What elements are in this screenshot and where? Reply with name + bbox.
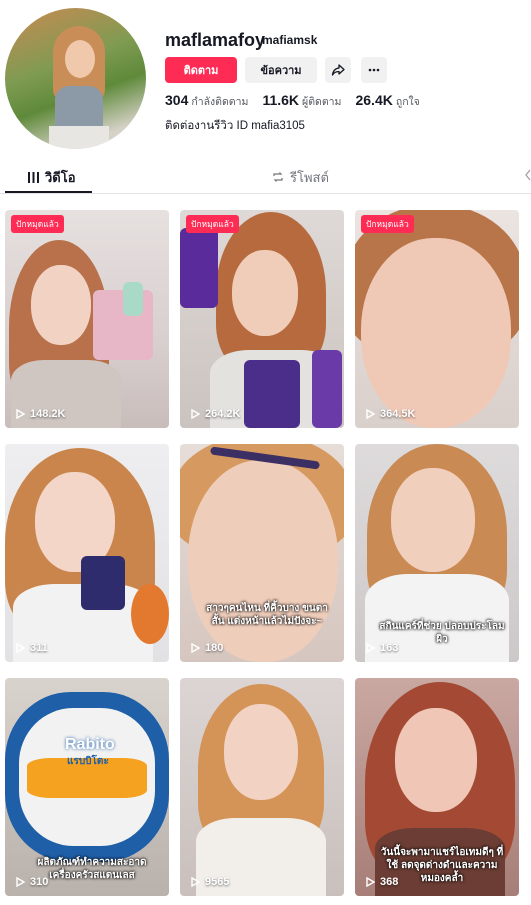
view-count-value: 180 xyxy=(205,642,224,654)
view-count-value: 310 xyxy=(30,876,49,888)
play-icon xyxy=(191,643,200,653)
tab-videos-label: วิดีโอ xyxy=(45,169,76,185)
video-caption: สาวๆคนไหน ที่คิ้วบาง ขนตาสั้น แต่งหน้าแล… xyxy=(206,603,328,627)
view-count-value: 368 xyxy=(380,876,399,888)
pinned-badge: ปักหมุดแล้ว xyxy=(186,215,239,233)
view-count-value: 163 xyxy=(380,642,399,654)
stat-following-value: 304 xyxy=(165,92,189,108)
view-count: 180 xyxy=(191,642,223,654)
product-brand: Rabito xyxy=(65,736,115,753)
stat-following-label: กำลังติดตาม xyxy=(191,96,249,108)
video-card[interactable]: ปักหมุดแล้ว 264.2K xyxy=(180,210,344,428)
video-thumbnail xyxy=(180,678,344,896)
pinned-badge: ปักหมุดแล้ว xyxy=(361,215,414,233)
stat-following[interactable]: 304 กำลังติดตาม xyxy=(165,92,248,110)
view-count: 163 xyxy=(366,642,398,654)
video-card[interactable]: ปักหมุดแล้ว 148.2K xyxy=(5,210,169,428)
view-count: 364.5K xyxy=(366,408,415,420)
repost-icon xyxy=(273,172,283,182)
follow-button[interactable]: ติดตาม xyxy=(165,57,237,83)
profile-username: maflamafoy xyxy=(165,30,266,50)
view-count-value: 264.2K xyxy=(205,408,241,420)
tab-liked-partial[interactable] xyxy=(524,169,531,184)
stat-followers-value: 11.6K xyxy=(262,92,300,108)
chevron-left-icon xyxy=(525,169,531,181)
stat-followers[interactable]: 11.6K ผู้ติดตาม xyxy=(262,92,341,110)
grid-icon xyxy=(28,171,39,183)
play-icon xyxy=(16,409,25,419)
play-icon xyxy=(366,877,375,887)
video-card[interactable]: สาวๆคนไหน ที่คิ้วบาง ขนตาสั้น แต่งหน้าแล… xyxy=(180,444,344,662)
video-thumbnail xyxy=(180,444,344,662)
view-count-value: 311 xyxy=(30,642,48,654)
video-card[interactable]: 311 xyxy=(5,444,169,662)
share-icon xyxy=(331,64,345,76)
share-button[interactable] xyxy=(325,57,351,83)
pinned-badge: ปักหมุดแล้ว xyxy=(11,215,64,233)
play-icon xyxy=(191,409,200,419)
more-button[interactable] xyxy=(361,57,387,83)
video-thumbnail xyxy=(180,210,344,428)
video-thumbnail xyxy=(5,444,169,662)
avatar[interactable] xyxy=(5,8,146,149)
tab-reposts-label: รีโพสต์ xyxy=(290,169,329,185)
video-thumbnail xyxy=(5,210,169,428)
profile-header: maflamafoy mafiamsk ติดตาม ข้อความ 304 กำ… xyxy=(0,0,531,160)
message-button[interactable]: ข้อความ xyxy=(245,57,317,83)
tab-active-indicator xyxy=(5,191,92,193)
play-icon xyxy=(16,877,25,887)
profile-nickname: mafiamsk xyxy=(262,33,318,47)
stat-likes: 26.4K ถูกใจ xyxy=(355,92,419,110)
view-count: 310 xyxy=(16,876,48,888)
profile-tabs: วิดีโอ รีโพสต์ xyxy=(0,160,531,194)
view-count: 9565 xyxy=(191,876,229,888)
avatar-skirt xyxy=(49,126,109,149)
profile-stats: 304 กำลังติดตาม 11.6K ผู้ติดตาม 26.4K ถูกใจ xyxy=(165,92,420,110)
view-count-value: 364.5K xyxy=(380,408,416,420)
view-count-value: 9565 xyxy=(205,876,230,888)
play-icon xyxy=(366,409,375,419)
video-card[interactable]: ปักหมุดแล้ว 364.5K xyxy=(355,210,519,428)
play-icon xyxy=(366,643,375,653)
tab-reposts[interactable]: รีโพสต์ xyxy=(272,160,329,194)
view-count-value: 148.2K xyxy=(30,408,66,420)
product-brand-sub: แรบบิโตะ xyxy=(67,756,109,767)
avatar-face xyxy=(65,40,95,78)
view-count: 368 xyxy=(366,876,398,888)
play-icon xyxy=(191,877,200,887)
view-count: 148.2K xyxy=(16,408,65,420)
more-icon xyxy=(368,68,380,72)
stat-followers-label: ผู้ติดตาม xyxy=(302,96,342,108)
video-card[interactable]: 9565 xyxy=(180,678,344,896)
play-icon xyxy=(16,643,25,653)
video-thumbnail xyxy=(355,210,519,428)
stat-likes-value: 26.4K xyxy=(355,92,393,108)
video-card[interactable]: Rabito แรบบิโตะ ผลิตภัณฑ์ทำความสะอาด เคร… xyxy=(5,678,169,896)
video-card[interactable]: สกินแคร์ที่ช่วย ปลอบประโลมผิว 163 xyxy=(355,444,519,662)
video-card[interactable]: วันนี้จะพามาแชร์ไอเทมดีๆ ที่ใช้ ลดจุดด่า… xyxy=(355,678,519,896)
stat-likes-label: ถูกใจ xyxy=(395,96,420,108)
profile-bio: ติดต่องานรีวิว ID mafia3105 xyxy=(165,120,305,132)
view-count: 311 xyxy=(16,642,48,654)
tab-videos[interactable]: วิดีโอ xyxy=(28,160,76,194)
view-count: 264.2K xyxy=(191,408,240,420)
